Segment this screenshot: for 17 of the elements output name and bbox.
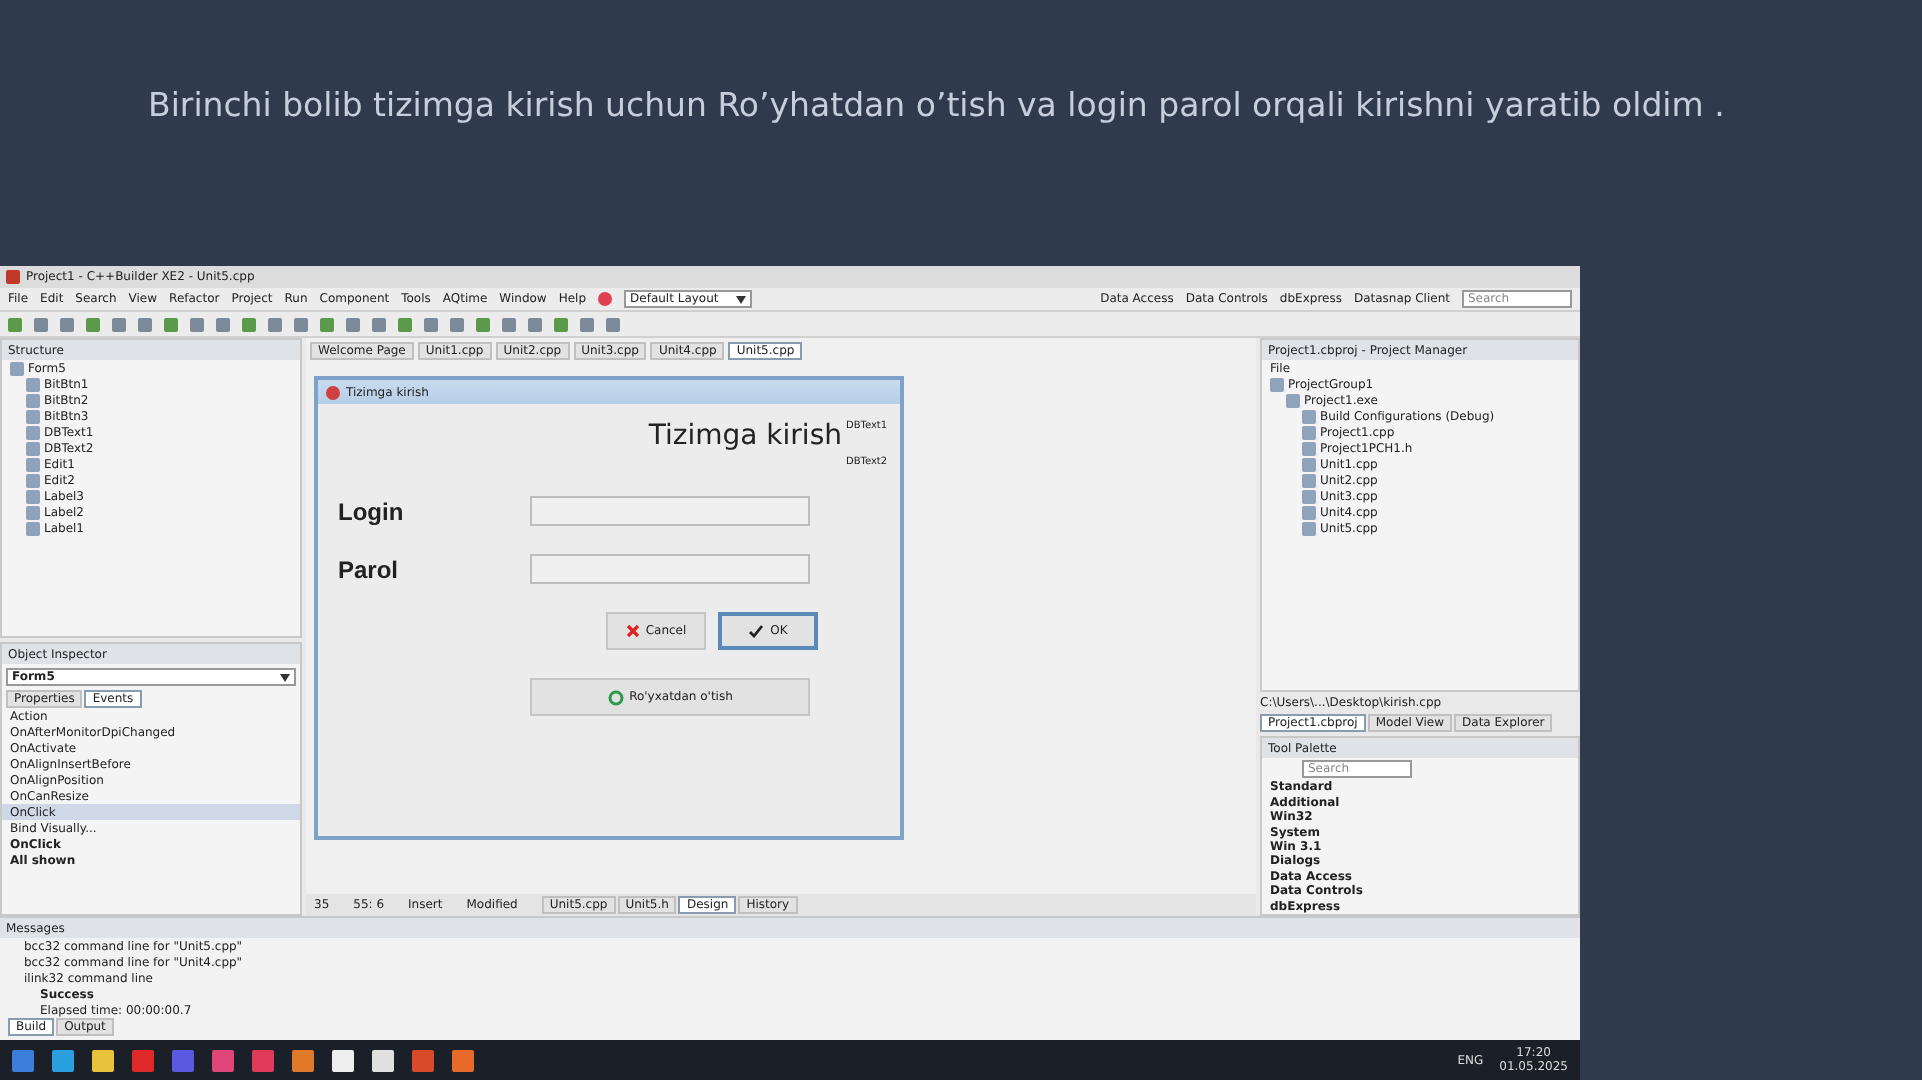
check-icon: [748, 624, 765, 638]
taskbar-icon[interactable]: [332, 1049, 354, 1071]
caret-icon: [280, 673, 290, 681]
input-field[interactable]: [530, 554, 810, 584]
app-icon: [6, 270, 20, 284]
form-heading: Tizimga kirish: [648, 420, 842, 456]
slide-title: Birinchi bolib tizimga kirish uchun Ro’yhatdan o’tish va login parol orqali kirishni yaratib oldim .: [148, 86, 1725, 124]
taskbar-icon[interactable]: [372, 1049, 394, 1071]
taskbar-icon[interactable]: [92, 1049, 114, 1071]
taskbar-icon[interactable]: [52, 1049, 74, 1071]
field-label: Parol: [338, 555, 401, 583]
caret-icon: [736, 295, 747, 303]
cross-icon: [625, 624, 640, 638]
record-icon: [598, 292, 613, 306]
form-icon: [326, 385, 340, 399]
field-label: Login: [338, 497, 406, 525]
input-field[interactable]: [530, 496, 810, 526]
